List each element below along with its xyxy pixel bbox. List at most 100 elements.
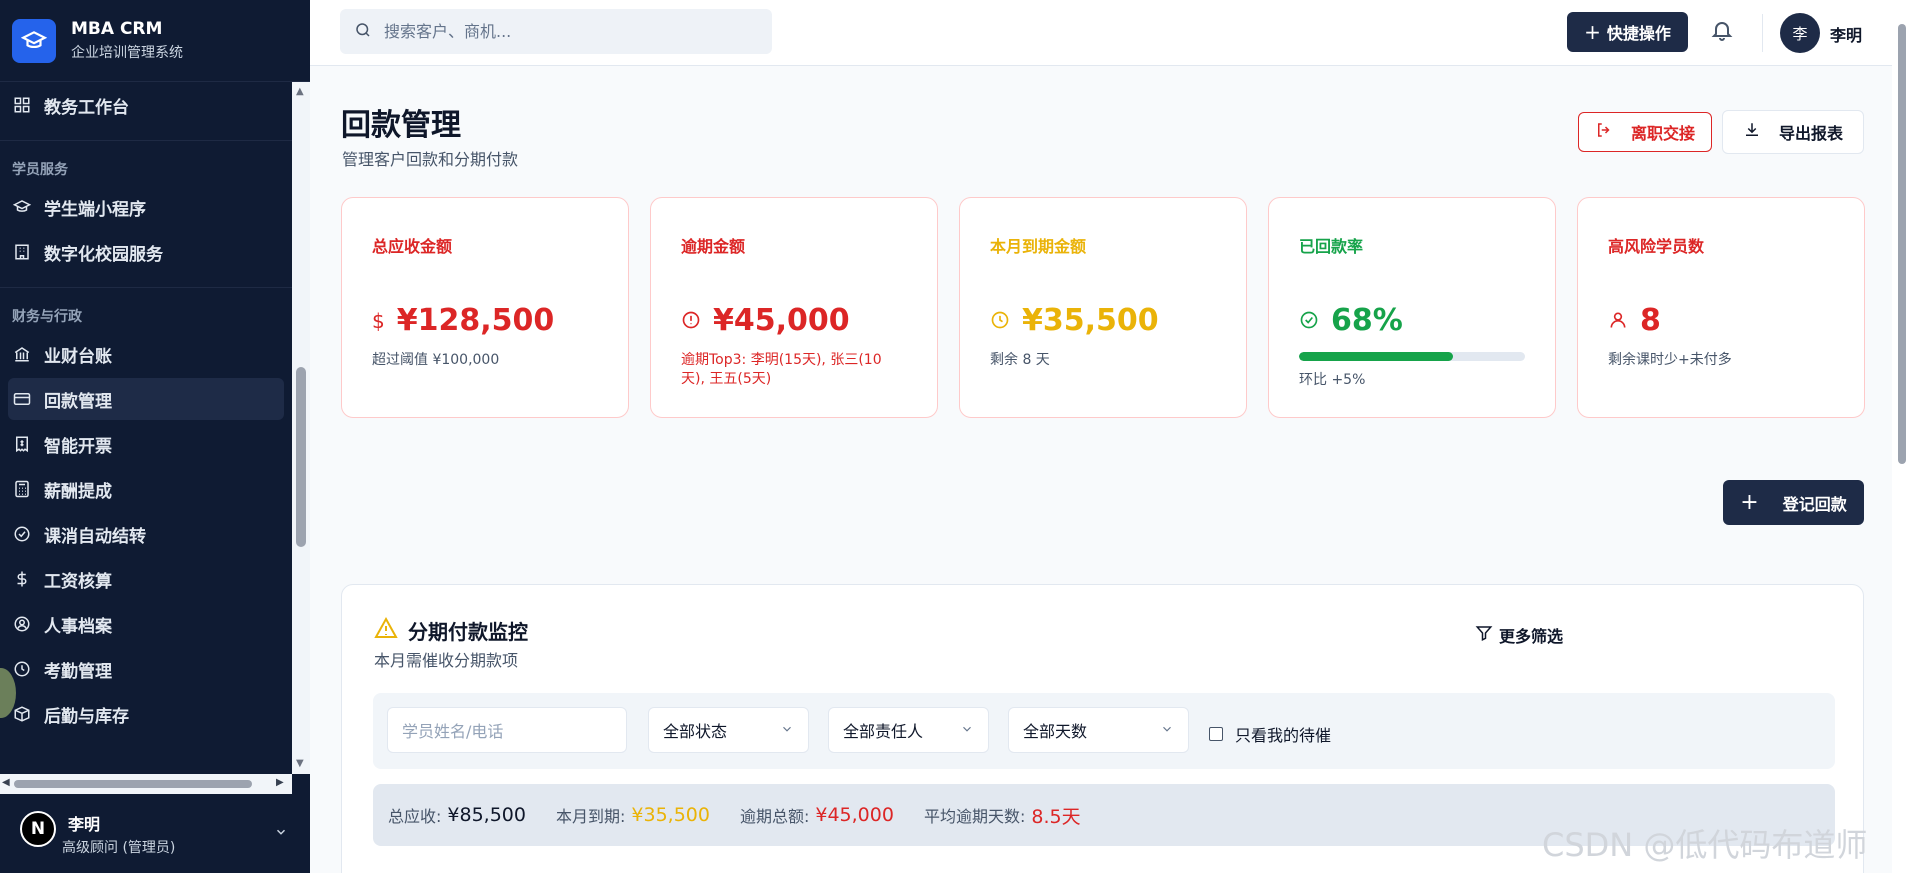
scroll-right-arrow-icon[interactable]: ▶ bbox=[276, 777, 284, 788]
panel-title: 分期付款监控 bbox=[408, 620, 528, 644]
plus-icon: + bbox=[1584, 20, 1601, 44]
card-note: 环比 +5% bbox=[1299, 372, 1366, 388]
card-value-row: 8 bbox=[1608, 303, 1661, 338]
sidebar-item-label: 回款管理 bbox=[44, 391, 112, 412]
card-label: 总应收金额 bbox=[372, 237, 453, 256]
summary-label: 逾期总额: bbox=[739, 807, 810, 826]
sidebar-item-hr-files[interactable]: 人事档案 bbox=[8, 603, 284, 645]
kpi-card-overdue: 逾期金额 ¥45,000 逾期Top3: 李明(15天), 张三(10天), 王… bbox=[650, 197, 938, 418]
card-note: 超过阈值 ¥100,000 bbox=[372, 352, 500, 368]
summary-label: 总应收: bbox=[388, 807, 442, 826]
sidebar-item-campus[interactable]: 数字化校园服务 bbox=[8, 231, 284, 273]
owner-select[interactable]: 全部责任人 bbox=[828, 707, 989, 753]
sidebar-vertical-scrollbar[interactable]: ▲ ▼ bbox=[292, 82, 310, 774]
chevron-down-icon bbox=[1160, 721, 1174, 740]
scroll-left-arrow-icon[interactable]: ◀ bbox=[2, 777, 10, 788]
chevron-down-icon[interactable] bbox=[274, 824, 288, 843]
logout-icon bbox=[1595, 121, 1613, 143]
sidebar-item-label: 教务工作台 bbox=[44, 97, 129, 118]
divider bbox=[0, 140, 292, 141]
page-title: 回款管理 bbox=[341, 108, 461, 143]
building-icon bbox=[12, 242, 32, 262]
scrollbar-thumb[interactable] bbox=[14, 780, 252, 788]
scrollbar-thumb[interactable] bbox=[296, 367, 306, 547]
sidebar-item-label: 薪酬提成 bbox=[44, 481, 112, 502]
sidebar-item-ledger[interactable]: 业财台账 bbox=[8, 333, 284, 375]
plus-icon: + bbox=[1740, 490, 1759, 515]
status-select-value: 全部状态 bbox=[663, 722, 728, 741]
sidebar-item-miniprogram[interactable]: 学生端小程序 bbox=[8, 186, 284, 228]
scroll-down-arrow-icon[interactable]: ▼ bbox=[296, 758, 304, 769]
status-select[interactable]: 全部状态 bbox=[648, 707, 809, 753]
sidebar-item-invoice[interactable]: 智能开票 bbox=[8, 423, 284, 465]
watermark: CSDN @低代码布道师 bbox=[1542, 826, 1868, 864]
sidebar-item-attendance[interactable]: 考勤管理 bbox=[8, 648, 284, 690]
card-note: 剩余 8 天 bbox=[990, 352, 1050, 368]
card-note: 逾期Top3: 李明(15天), 张三(10天), 王五(5天) bbox=[681, 352, 882, 387]
sidebar-item-label: 工资核算 bbox=[44, 571, 112, 592]
summary-value: ¥45,000 bbox=[815, 804, 894, 826]
summary-value: ¥85,500 bbox=[447, 804, 526, 826]
topbar: + 快捷操作 李 李明 bbox=[310, 0, 1892, 66]
search-input[interactable] bbox=[384, 22, 744, 41]
checkbox-box[interactable] bbox=[1209, 727, 1223, 741]
sidebar-item-label: 后勤与库存 bbox=[44, 706, 129, 727]
check-circle-icon bbox=[12, 524, 32, 544]
sidebar-item-payment-management[interactable]: 回款管理 bbox=[8, 378, 284, 420]
sidebar-item-commission[interactable]: 薪酬提成 bbox=[8, 468, 284, 510]
sidebar-item-label: 人事档案 bbox=[44, 616, 112, 637]
sidebar-nav: 教务工作台 学员服务 学生端小程序 数字化校园服务 财务与行政 业财台账 回款管… bbox=[0, 82, 292, 774]
avatar[interactable]: N bbox=[20, 811, 56, 847]
handover-button[interactable]: 离职交接 bbox=[1578, 112, 1712, 152]
card-value: 8 bbox=[1640, 303, 1661, 338]
owner-select-value: 全部责任人 bbox=[843, 722, 924, 741]
scrollbar-thumb[interactable] bbox=[1898, 24, 1906, 464]
panel-title-row: 分期付款监控 bbox=[374, 616, 528, 645]
card-value-row: 68% bbox=[1299, 303, 1403, 338]
search-icon bbox=[354, 21, 372, 43]
quick-action-button[interactable]: + 快捷操作 bbox=[1567, 12, 1688, 52]
sidebar-item-payroll[interactable]: 工资核算 bbox=[8, 558, 284, 600]
card-label: 逾期金额 bbox=[681, 237, 746, 256]
my-pending-only-checkbox[interactable]: 只看我的待催 bbox=[1209, 722, 1331, 746]
top-user-name[interactable]: 李明 bbox=[1830, 22, 1862, 46]
brand[interactable]: MBA CRM 企业培训管理系统 bbox=[0, 0, 310, 82]
sidebar-horizontal-scrollbar[interactable]: ◀ ▶ bbox=[0, 774, 292, 794]
section-label-student: 学员服务 bbox=[12, 162, 68, 178]
page-vertical-scrollbar[interactable] bbox=[1892, 0, 1912, 873]
register-payment-button[interactable]: + 登记回款 bbox=[1723, 480, 1864, 525]
search-box[interactable] bbox=[340, 9, 772, 54]
chevron-down-icon bbox=[780, 721, 794, 740]
sidebar-item-workbench[interactable]: 教务工作台 bbox=[8, 84, 284, 126]
sidebar-item-logistics[interactable]: 后勤与库存 bbox=[8, 693, 284, 735]
grid-icon bbox=[12, 95, 32, 115]
bank-icon bbox=[12, 344, 32, 364]
page-subtitle: 管理客户回款和分期付款 bbox=[342, 150, 519, 169]
sidebar-item-label: 数字化校园服务 bbox=[44, 244, 163, 265]
export-report-button[interactable]: 导出报表 bbox=[1722, 110, 1864, 154]
card-value-row: $ ¥128,500 bbox=[372, 303, 554, 338]
filter-icon bbox=[1475, 624, 1493, 646]
register-label: 登记回款 bbox=[1782, 494, 1847, 514]
avatar[interactable]: 李 bbox=[1780, 13, 1820, 53]
bell-icon[interactable] bbox=[1710, 18, 1734, 46]
sidebar-item-course-transfer[interactable]: 课消自动结转 bbox=[8, 513, 284, 555]
export-label: 导出报表 bbox=[1778, 124, 1843, 143]
card-value: 68% bbox=[1331, 303, 1403, 338]
days-select[interactable]: 全部天数 bbox=[1008, 707, 1189, 753]
kpi-card-due-this-month: 本月到期金额 ¥35,500 剩余 8 天 bbox=[959, 197, 1247, 418]
scroll-up-arrow-icon[interactable]: ▲ bbox=[296, 86, 304, 97]
sidebar-item-label: 考勤管理 bbox=[44, 661, 112, 682]
card-value-row: ¥45,000 bbox=[681, 303, 850, 338]
divider bbox=[1762, 14, 1763, 52]
clock-icon bbox=[990, 303, 1010, 338]
more-filter-button[interactable]: 更多筛选 bbox=[1475, 623, 1563, 647]
card-value: ¥35,500 bbox=[1022, 303, 1159, 338]
box-icon bbox=[12, 704, 32, 724]
name-phone-input[interactable]: 学员姓名/电话 bbox=[387, 707, 627, 753]
checkbox-label: 只看我的待催 bbox=[1235, 726, 1332, 745]
summary-value: 8.5天 bbox=[1031, 805, 1081, 828]
sidebar-item-label: 课消自动结转 bbox=[44, 526, 146, 547]
summary-label: 平均逾期天数: bbox=[923, 807, 1026, 826]
sidebar-item-label: 业财台账 bbox=[44, 346, 112, 367]
